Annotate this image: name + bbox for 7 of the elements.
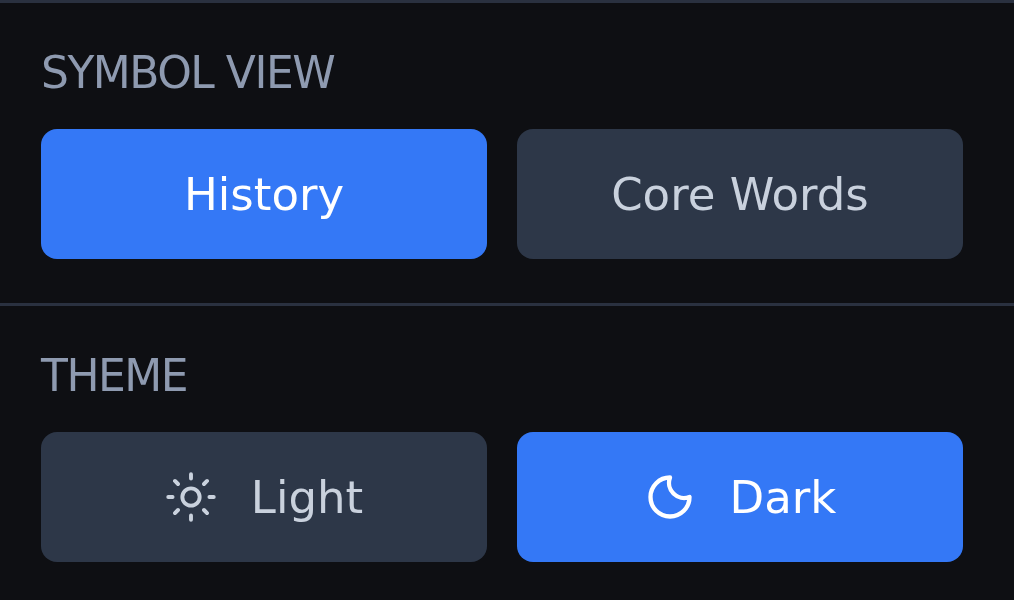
section-heading: THEME [41, 350, 188, 402]
section-heading: SYMBOL VIEW [41, 47, 335, 99]
option-button[interactable]: History [41, 129, 487, 259]
option-button[interactable]: Core Words [517, 129, 963, 259]
option-button[interactable]: Light [41, 432, 487, 562]
sun-icon [164, 471, 217, 523]
option-button[interactable]: Dark [517, 432, 963, 562]
